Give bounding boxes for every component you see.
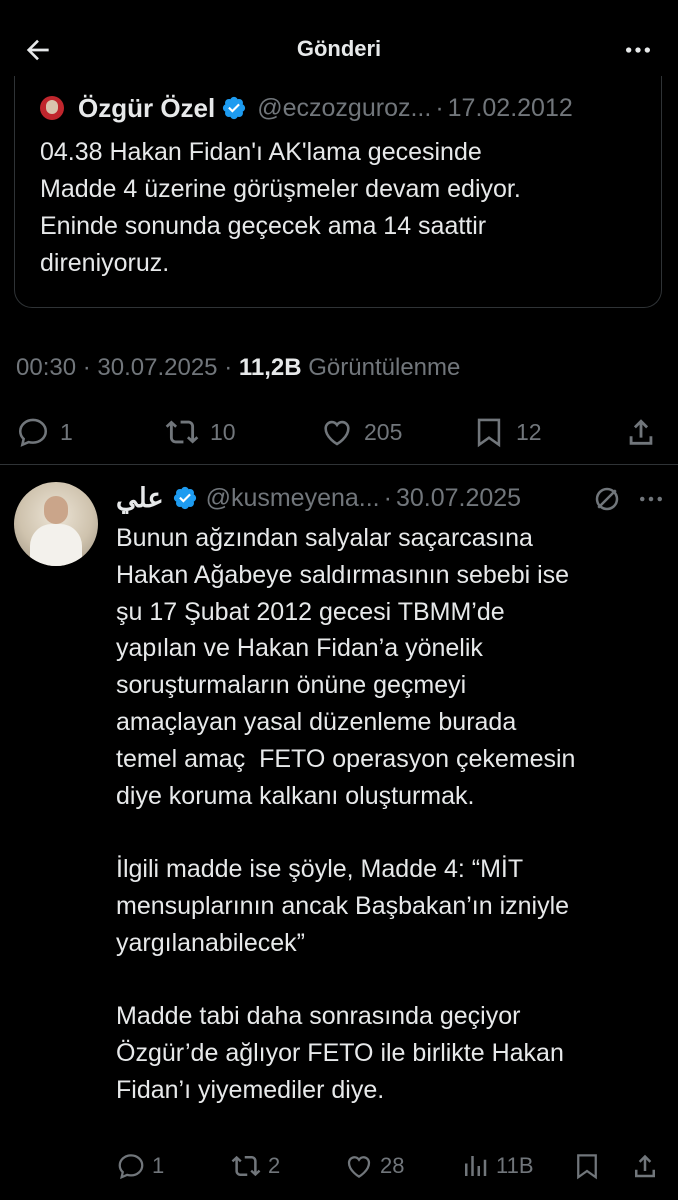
post-meta: 00:30 · 30.07.2025 · 11,2B Görüntülenme [16, 354, 460, 382]
share-button[interactable] [630, 1148, 660, 1184]
reply-text-line [116, 962, 671, 999]
reply-text-line: yapılan ve Hakan Fidan’a yönelik [116, 634, 483, 663]
quoted-text-line: 04.38 Hakan Fidan'ı AK'lama gecesinde [40, 138, 482, 166]
post-date[interactable]: 30.07.2025 [97, 354, 217, 381]
more-horizontal-icon[interactable] [620, 34, 656, 66]
repost-icon [165, 420, 199, 444]
reply-text-line: yargılanabilecek” [116, 928, 305, 957]
reply-text-line: Madde tabi daha sonrasında geçiyor [116, 1002, 521, 1031]
reply-text-line: diye koruma kalkanı oluşturmak. [116, 781, 475, 810]
quoted-text-line: Eninde sonunda geçecek ama 14 saattir [40, 212, 487, 240]
bookmark-button[interactable]: 12 [472, 412, 542, 452]
reply-action-bar: 1 2 28 11B [0, 1148, 678, 1184]
reply-text: Bunun ağzından salyalar saçarcasına Haka… [116, 520, 671, 1109]
quoted-author-avatar[interactable] [40, 96, 64, 120]
share-icon [635, 1154, 655, 1178]
quoted-author-name[interactable]: Özgür Özel [78, 93, 215, 124]
reply-author-avatar[interactable] [14, 482, 98, 566]
like-button[interactable]: 205 [320, 412, 402, 452]
reply-header: علي @kusmeyena... · 30.07.2025 [116, 478, 521, 518]
repost-count: 2 [268, 1153, 281, 1178]
reply-icon [118, 1154, 144, 1180]
reply-text-line: İlgili madde ise şöyle, Madde 4: “MİT [116, 855, 524, 884]
reply-author-handle[interactable]: @kusmeyena... [206, 484, 380, 513]
bookmark-count: 12 [516, 418, 542, 445]
repost-count: 10 [210, 418, 236, 445]
reply-icon [18, 418, 48, 447]
views-count: 11B [496, 1153, 534, 1178]
like-count: 205 [364, 418, 403, 445]
verified-badge-icon [173, 486, 196, 510]
bookmark-icon [477, 418, 501, 448]
bookmark-button[interactable] [572, 1148, 602, 1184]
views-label: Görüntülenme [308, 354, 461, 381]
post-time[interactable]: 00:30 [16, 354, 76, 381]
reply-author-name[interactable]: علي [116, 483, 164, 514]
meta-separator: · [435, 93, 444, 122]
share-icon [629, 419, 653, 445]
reply-text-line: şu 17 Şubat 2012 gecesi TBMM’de [116, 597, 505, 626]
heart-icon [324, 420, 350, 446]
quoted-text-line: direniyoruz. [40, 249, 170, 277]
reply-text-line [116, 814, 671, 851]
post-action-bar: 1 10 205 12 [0, 412, 678, 452]
verified-badge-icon [223, 96, 246, 120]
reply-count: 1 [60, 418, 73, 445]
views-count: 11,2B [238, 354, 302, 381]
reply-text-line: Bunun ağzından salyalar saçarcasına [116, 524, 533, 552]
reply-text-line: Hakan Ağabeye saldırmasının sebebi ise [116, 560, 570, 589]
reply-text-line: Fidan’ı yiyemediler diye. [116, 1075, 385, 1104]
analytics-icon [465, 1156, 487, 1176]
quoted-post-text: 04.38 Hakan Fidan'ı AK'lama gecesinde Ma… [40, 134, 650, 282]
share-button[interactable] [624, 412, 658, 452]
grok-icon[interactable] [592, 484, 622, 514]
more-horizontal-icon[interactable] [634, 484, 668, 514]
bookmark-icon [577, 1154, 597, 1180]
reply-text-line: Özgür’de ağlıyor FETO ile birlikte Hakan [116, 1039, 564, 1068]
meta-separator: · [383, 483, 392, 512]
quoted-text-line: Madde 4 üzerine görüşmeler devam ediyor. [40, 175, 521, 203]
meta-separator: · [224, 354, 233, 381]
page-title: Gönderi [296, 36, 382, 61]
repost-button[interactable]: 2 [230, 1148, 280, 1184]
reply-text-line: temel amaç FETO operasyon çekemesin [116, 744, 576, 773]
like-button[interactable]: 28 [344, 1148, 404, 1184]
repost-button[interactable]: 10 [164, 412, 236, 452]
repost-icon [231, 1155, 261, 1177]
views-button[interactable]: 11B [460, 1148, 534, 1184]
reply-text-line: amaçlayan yasal düzenleme burada [116, 707, 517, 736]
reply-text-line: soruşturmaların önüne geçmeyi [116, 671, 467, 700]
quoted-post-date[interactable]: 17.02.2012 [448, 94, 573, 123]
reply-text-line: mensuplarının ancak Başbakan’ın izniyle [116, 891, 570, 920]
like-count: 28 [380, 1153, 405, 1178]
reply-date[interactable]: 30.07.2025 [396, 484, 521, 513]
meta-separator: · [82, 354, 91, 381]
reply-button[interactable]: 1 [116, 1148, 164, 1184]
divider [0, 464, 678, 465]
quoted-author-handle[interactable]: @eczozguroz... [257, 94, 431, 123]
heart-icon [347, 1156, 371, 1178]
reply-count: 1 [152, 1153, 165, 1178]
quoted-post-header: Özgür Özel @eczozguroz... · 17.02.2012 [40, 90, 573, 126]
reply-button[interactable]: 1 [16, 412, 73, 452]
